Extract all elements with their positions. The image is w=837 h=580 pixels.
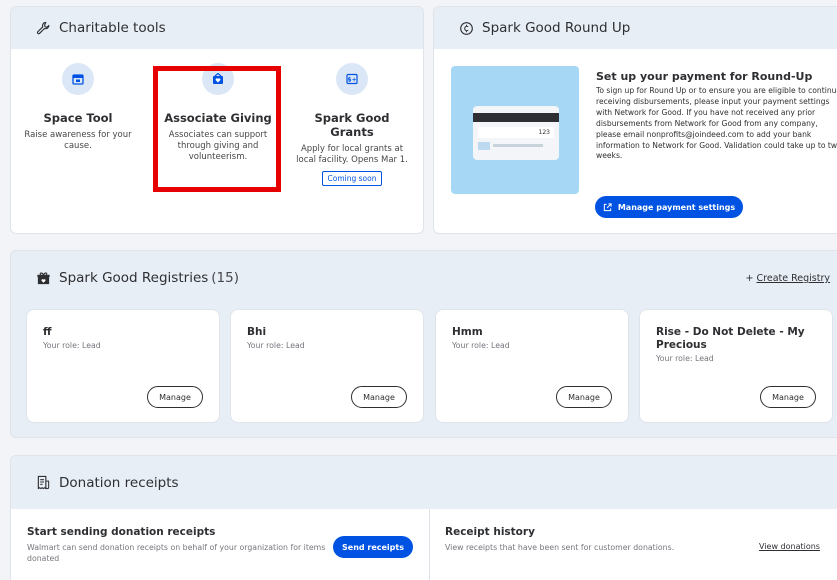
card-back-image: 123 [473,106,559,160]
registry-name: ff [43,326,52,338]
receipt-history-title: Receipt history [445,526,535,538]
registries-header: Spark Good Registries (15) [11,251,837,305]
manage-payment-settings-button[interactable]: Manage payment settings [595,196,743,218]
receipt-history-text: View receipts that have been sent for cu… [445,543,675,552]
manage-registry-button[interactable]: Manage [147,386,203,408]
create-registry-link-wrap: + Create Registry [746,273,830,284]
calendar-icon [62,63,94,95]
create-registry-plus: + [745,273,754,284]
manage-registry-button[interactable]: Manage [760,386,816,408]
charitable-tools-title: Charitable tools [59,20,166,36]
external-link-icon [603,202,612,212]
svg-text:$+: $+ [347,77,356,84]
divider [429,509,430,580]
registry-role: Your role: Lead [452,341,510,350]
round-up-header: Spark Good Round Up [434,7,837,49]
registry-card: Hmm Your role: Lead Manage [435,309,629,423]
start-receipts-section: Start sending donation receipts Walmart … [27,526,327,564]
wrench-icon [35,20,51,36]
round-up-title: Spark Good Round Up [482,20,631,36]
round-up-heading: Set up your payment for Round-Up [596,70,813,83]
charitable-tools-card: Charitable tools Space Tool Raise awaren… [10,6,424,234]
manage-registry-button[interactable]: Manage [556,386,612,408]
credit-card-illustration: 123 [451,66,579,194]
tool-description: Apply for local grants at local facility… [296,144,408,165]
tool-name: Spark Good Grants [314,111,390,139]
tool-spark-good-grants[interactable]: $+ Spark Good Grants Apply for local gra… [291,63,413,186]
registry-name: Bhi [247,326,267,338]
registry-role: Your role: Lead [43,341,101,350]
round-up-body: To sign up for Round Up or to ensure you… [596,86,837,161]
registries-count: (15) [211,270,239,286]
tool-description: Raise awareness for your cause. [24,130,132,151]
view-donations-link[interactable]: View donations [759,542,820,551]
start-receipts-title: Start sending donation receipts [27,526,216,538]
manage-registry-button[interactable]: Manage [351,386,407,408]
receipt-icon [35,475,51,491]
donation-receipts-header: Donation receipts [11,456,837,509]
highlight-box [153,66,281,192]
donation-receipts-title: Donation receipts [59,474,179,491]
registries-title: Spark Good Registries [59,270,209,286]
registry-card: ff Your role: Lead Manage [26,309,220,423]
manage-payment-label: Manage payment settings [617,202,736,212]
charitable-tools-header: Charitable tools [11,7,423,49]
round-up-card: Spark Good Round Up 123 Set up your paym… [433,6,837,234]
registry-name: Hmm [452,326,483,338]
tool-name: Space Tool [43,111,113,125]
registry-card: Rise - Do Not Delete - My Precious Your … [639,309,833,423]
create-registry-link[interactable]: Create Registry [757,273,830,284]
start-receipts-text: Walmart can send donation receipts on be… [27,543,326,563]
grant-money-icon: $+ [336,63,368,95]
registries-section: Spark Good Registries (15) + Create Regi… [10,250,837,438]
registry-role: Your role: Lead [247,341,305,350]
receipt-history-section: Receipt history View receipts that have … [445,526,745,553]
coming-soon-badge: Coming soon [321,171,383,186]
tool-space-tool[interactable]: Space Tool Raise awareness for your caus… [17,63,139,152]
cents-icon [458,20,474,36]
send-receipts-button[interactable]: Send receipts [333,536,413,558]
registry-name: Rise - Do Not Delete - My Precious [656,326,805,351]
registry-card: Bhi Your role: Lead Manage [230,309,424,423]
registry-role: Your role: Lead [656,354,714,363]
card-number: 123 [478,127,554,138]
gift-box-icon [35,270,51,286]
donation-receipts-card: Donation receipts Start sending donation… [10,455,837,580]
